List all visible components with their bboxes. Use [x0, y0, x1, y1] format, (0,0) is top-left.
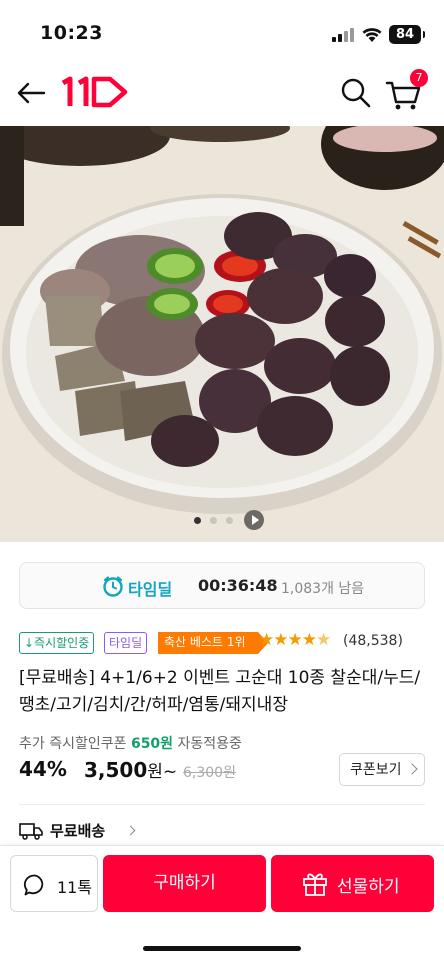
- bottom-action-bar: 11톡 구매하기 선물하기: [0, 845, 444, 961]
- video-play-icon[interactable]: [244, 510, 264, 530]
- coupon-prefix: 추가 즉시할인쿠폰: [19, 736, 127, 752]
- 11st-logo[interactable]: [60, 74, 130, 110]
- back-arrow-icon[interactable]: [14, 76, 48, 110]
- original-price: 6,300원: [183, 765, 236, 781]
- view-coupon-label: 쿠폰보기: [350, 761, 402, 777]
- half-star-icon: ★: [316, 630, 331, 650]
- wifi-icon: [362, 28, 382, 42]
- sale-price-unit: 원~: [147, 762, 178, 782]
- home-indicator[interactable]: [143, 946, 301, 951]
- product-image[interactable]: [0, 126, 444, 542]
- app-header: [0, 60, 444, 126]
- gift-icon: [303, 873, 327, 896]
- coupon-info: 추가 즉시할인쿠폰 650원 자동적용중: [19, 733, 242, 753]
- 11talk-button[interactable]: 11톡: [10, 855, 98, 912]
- timedeal-badge: 타임딜: [104, 632, 148, 654]
- product-title: [무료배송] 4+1/6+2 이벤트 고순대 10종 찰순대/누드/땡초/고기/…: [19, 668, 421, 715]
- coupon-suffix: 자동적용중: [177, 736, 242, 752]
- instant-discount-badge: ↓즉시할인중: [19, 632, 95, 654]
- signal-icon: [332, 28, 354, 42]
- shipping-row[interactable]: 무료배송: [19, 818, 219, 842]
- buy-button[interactable]: 구매하기: [103, 855, 266, 912]
- 11talk-label: 11톡: [57, 878, 93, 897]
- time-deal-timer: 00:36:48: [198, 576, 278, 595]
- rating-stars: ★★★★★: [259, 630, 345, 650]
- divider: [19, 804, 425, 805]
- status-bar: 10:23 84: [0, 0, 444, 60]
- status-time: 10:23: [40, 22, 103, 44]
- battery-icon: 84: [389, 25, 425, 44]
- best-rank-badge[interactable]: 축산 베스트 1위: [158, 632, 267, 654]
- alarm-clock-icon: [103, 576, 123, 597]
- carousel-dot[interactable]: [210, 517, 217, 524]
- truck-icon: [19, 823, 43, 840]
- search-icon[interactable]: [339, 76, 373, 110]
- sale-price: 3,500원~: [84, 757, 177, 782]
- time-deal-label: 타임딜: [128, 580, 173, 599]
- gift-button[interactable]: 선물하기: [271, 855, 434, 912]
- sale-price-value: 3,500: [84, 758, 148, 782]
- review-count[interactable]: (48,538): [343, 633, 403, 649]
- chat-bubble-icon: [23, 874, 44, 896]
- chevron-right-icon: [406, 763, 418, 775]
- carousel-dot[interactable]: [194, 517, 201, 524]
- shipping-label: 무료배송: [50, 822, 106, 840]
- star-icon: ★: [259, 630, 274, 650]
- star-icon: ★: [287, 630, 303, 650]
- chevron-right-icon: [125, 825, 136, 836]
- product-photo: [0, 126, 444, 542]
- time-deal-banner: 타임딜 00:36:48 1,083개 남음: [19, 562, 425, 609]
- star-icon: ★: [301, 630, 317, 650]
- coupon-amount: 650원: [130, 736, 174, 752]
- time-deal-remaining: 1,083개 남음: [281, 581, 365, 597]
- cart-count-badge: 7: [410, 69, 428, 87]
- discount-rate: 44%: [19, 757, 67, 781]
- carousel-dot[interactable]: [226, 517, 233, 524]
- gift-label: 선물하기: [337, 877, 400, 897]
- star-icon: ★: [273, 630, 288, 650]
- view-coupon-button[interactable]: 쿠폰보기: [339, 753, 425, 786]
